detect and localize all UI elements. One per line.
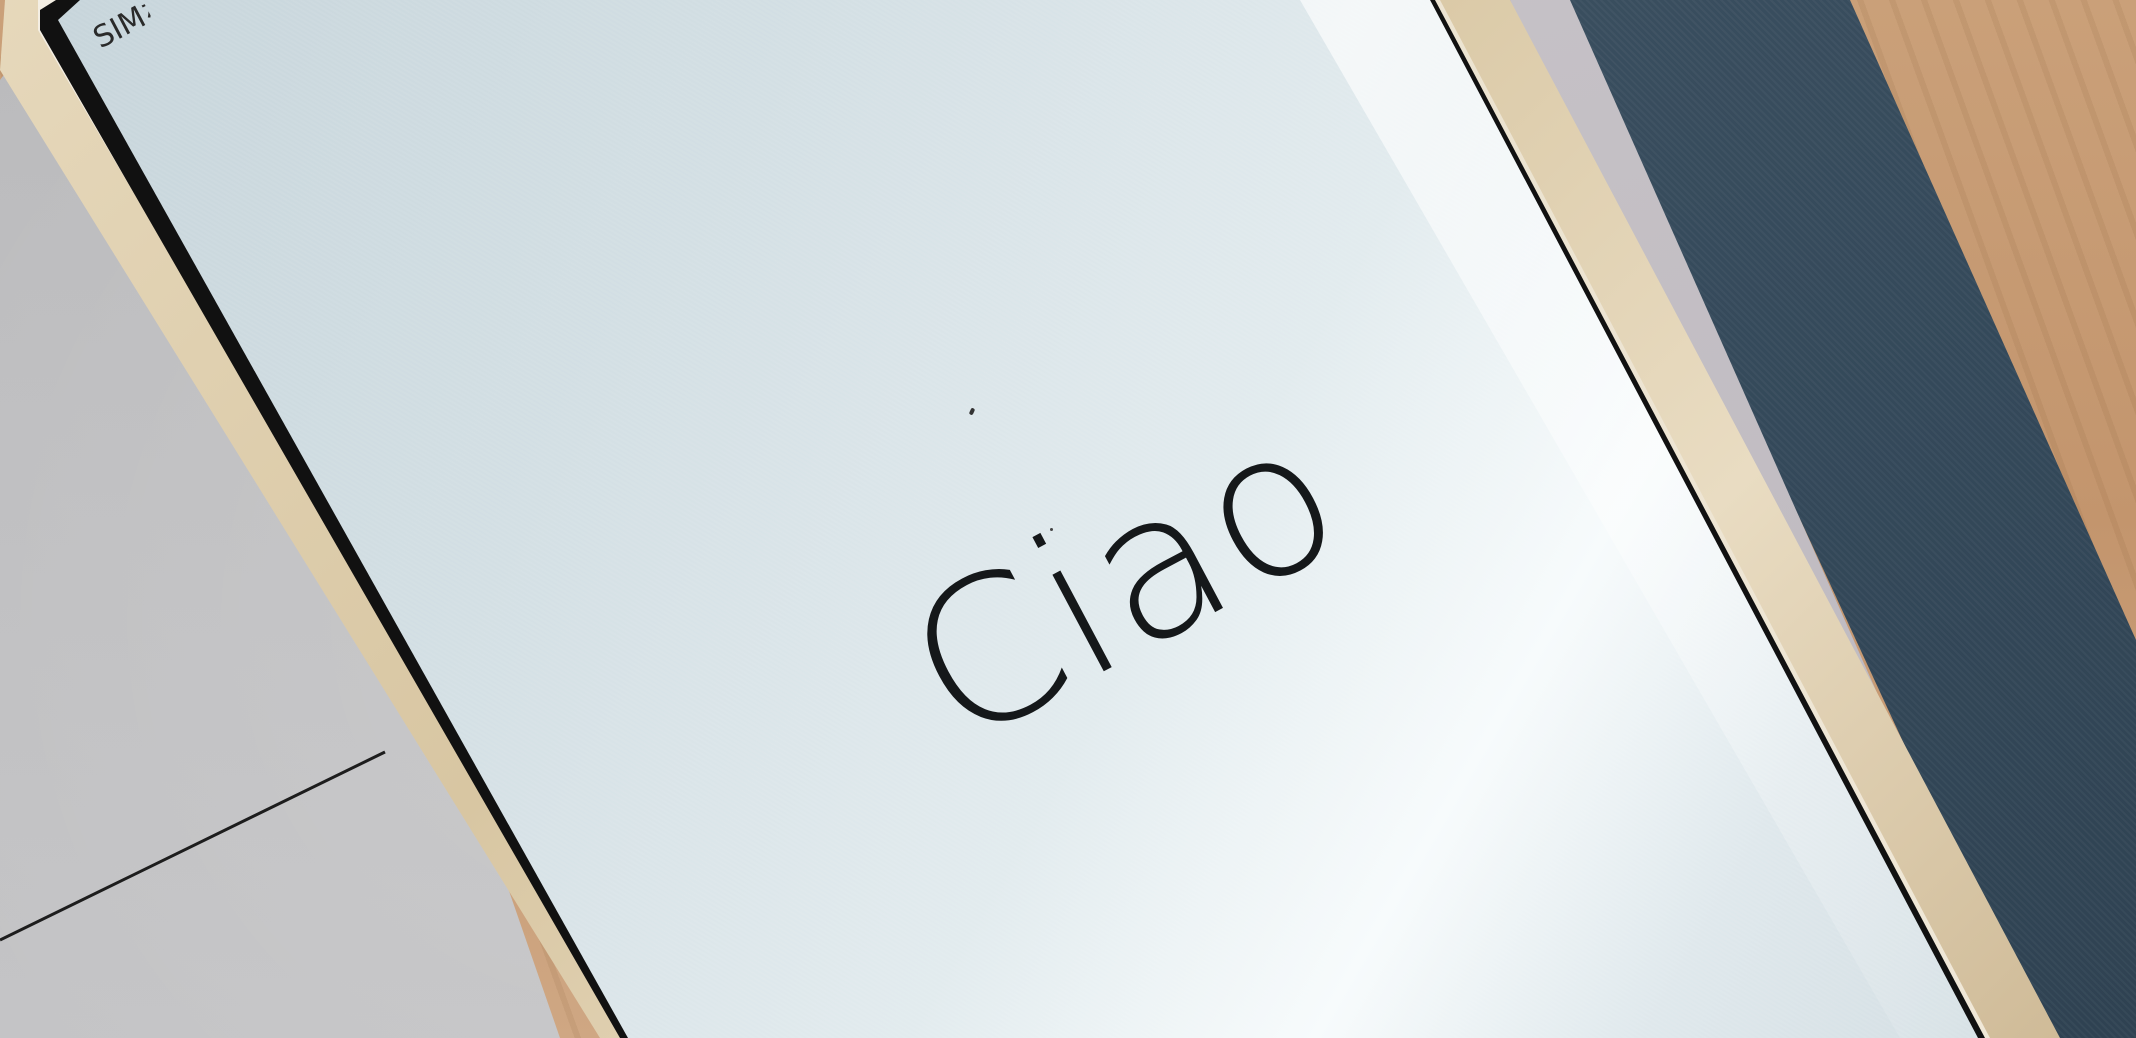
dust-speck: [1050, 528, 1053, 531]
photo-scene: SIMな Ciao: [0, 0, 2136, 1038]
